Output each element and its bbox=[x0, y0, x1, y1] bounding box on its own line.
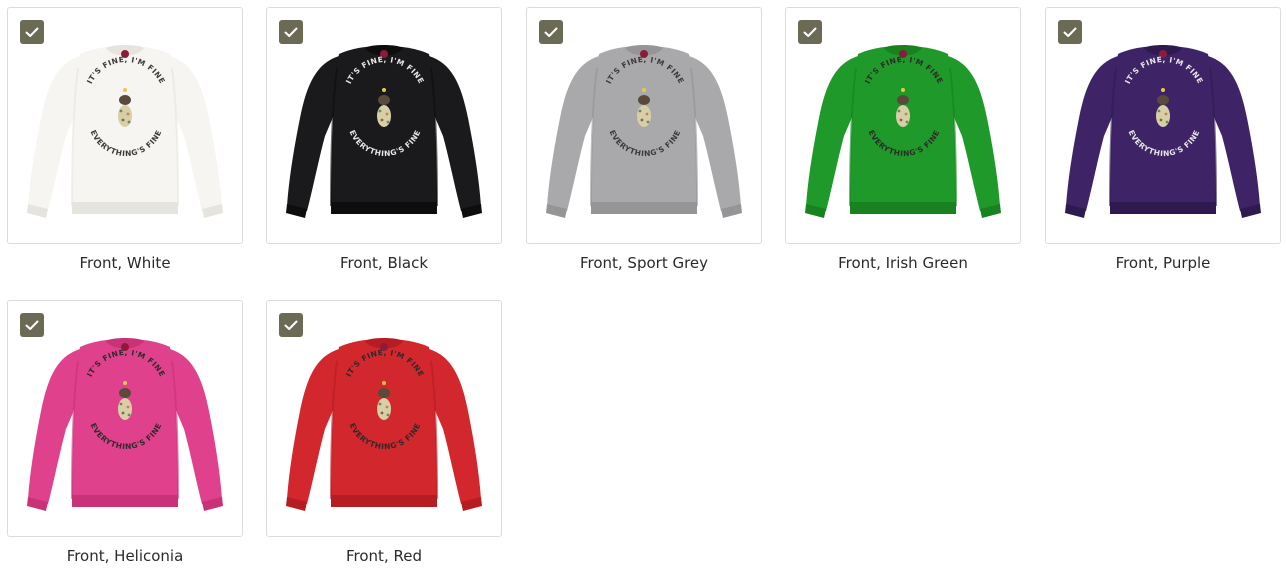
sweater-image: IT'S FINE, I'M FINE EVERYTHING'S FINE bbox=[286, 45, 482, 218]
checkmark-icon bbox=[544, 27, 558, 37]
variant-label: Front, Black bbox=[339, 254, 429, 272]
variant-image-frame[interactable]: IT'S FINE, I'M FINE EVERYTHING'S FINE bbox=[7, 7, 243, 244]
selected-checkbox[interactable] bbox=[20, 313, 44, 337]
variant-image-frame[interactable]: IT'S FINE, I'M FINE EVERYTHING'S FINE bbox=[526, 7, 762, 244]
selected-checkbox[interactable] bbox=[279, 313, 303, 337]
variant-grid: IT'S FINE, I'M FINE EVERYTHING'S FINE Fr… bbox=[0, 0, 1286, 577]
checkmark-icon bbox=[284, 320, 298, 330]
variant-image-frame[interactable]: IT'S FINE, I'M FINE EVERYTHING'S FINE bbox=[266, 300, 502, 537]
sweater-image: IT'S FINE, I'M FINE EVERYTHING'S FINE bbox=[27, 338, 223, 511]
selected-checkbox[interactable] bbox=[798, 20, 822, 44]
variant-label: Front, Sport Grey bbox=[579, 254, 709, 272]
variant-label: Front, Purple bbox=[1115, 254, 1211, 272]
selected-checkbox[interactable] bbox=[279, 20, 303, 44]
variant-label: Front, Red bbox=[346, 547, 422, 565]
selected-checkbox[interactable] bbox=[20, 20, 44, 44]
sweater-image: IT'S FINE, I'M FINE EVERYTHING'S FINE bbox=[1065, 45, 1261, 218]
sweater-image: IT'S FINE, I'M FINE EVERYTHING'S FINE bbox=[805, 45, 1001, 218]
checkmark-icon bbox=[1063, 27, 1077, 37]
sweater-image: IT'S FINE, I'M FINE EVERYTHING'S FINE bbox=[27, 45, 223, 218]
checkmark-icon bbox=[25, 27, 39, 37]
variant-label: Front, Heliconia bbox=[66, 547, 184, 565]
checkmark-icon bbox=[803, 27, 817, 37]
variant-image-frame[interactable]: IT'S FINE, I'M FINE EVERYTHING'S FINE bbox=[266, 7, 502, 244]
checkmark-icon bbox=[25, 320, 39, 330]
selected-checkbox[interactable] bbox=[539, 20, 563, 44]
sweater-image: IT'S FINE, I'M FINE EVERYTHING'S FINE bbox=[286, 338, 482, 511]
checkmark-icon bbox=[284, 27, 298, 37]
variant-label: Front, Irish Green bbox=[838, 254, 968, 272]
variant-image-frame[interactable]: IT'S FINE, I'M FINE EVERYTHING'S FINE bbox=[785, 7, 1021, 244]
selected-checkbox[interactable] bbox=[1058, 20, 1082, 44]
sweater-image: IT'S FINE, I'M FINE EVERYTHING'S FINE bbox=[546, 45, 742, 218]
variant-image-frame[interactable]: IT'S FINE, I'M FINE EVERYTHING'S FINE bbox=[7, 300, 243, 537]
variant-label: Front, White bbox=[79, 254, 171, 272]
variant-image-frame[interactable]: IT'S FINE, I'M FINE EVERYTHING'S FINE bbox=[1045, 7, 1281, 244]
